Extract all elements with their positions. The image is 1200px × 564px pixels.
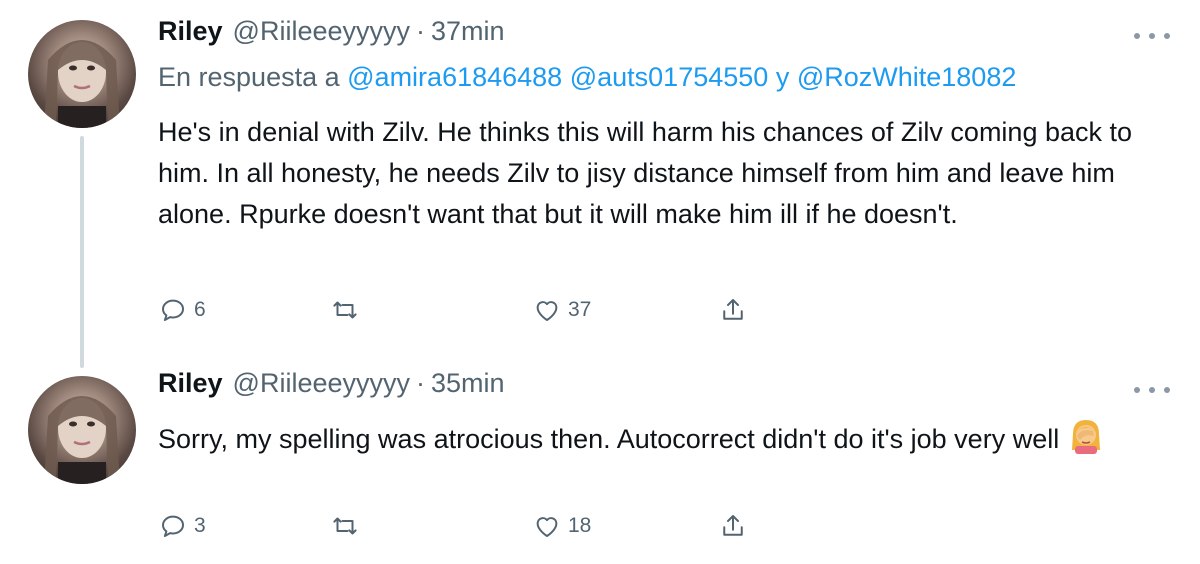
share-icon [723,299,743,320]
like-icon [536,517,558,537]
tweet-header: Riley @Riileeeyyyyy · 37min [158,16,505,56]
tweet-1[interactable]: Riley @Riileeeyyyyy · 37min En respuesta… [0,0,1200,368]
retweet-button[interactable] [330,292,360,328]
share-icon [723,515,743,536]
reply-joiner: y [775,62,790,92]
tweet-text: He's in denial with Zilv. He thinks this… [158,117,1133,229]
tweet-actions: 6 37 [158,292,778,328]
timestamp[interactable]: 35min [431,368,505,399]
display-name[interactable]: Riley [158,16,223,47]
reply-count: 3 [194,514,206,537]
avatar[interactable] [28,20,136,128]
reply-count: 6 [194,298,206,321]
woman-facepalming-icon [1067,416,1105,466]
retweet-icon [333,517,357,535]
user-handle[interactable]: @Riileeeyyyyy [233,368,410,399]
tweet-actions: 3 18 [158,508,778,544]
reply-icon [162,515,184,537]
reply-context: En respuesta a @amira61846488 @auts01754… [158,62,1016,93]
user-handle[interactable]: @Riileeeyyyyy [233,16,410,47]
like-button[interactable]: 37 [532,292,591,328]
like-button[interactable]: 18 [532,508,591,544]
mention-link[interactable]: @auts01754550 [570,62,769,92]
reply-icon [162,299,184,321]
tweet-2[interactable]: Riley @Riileeeyyyyy · 35min Sorry, my sp… [0,360,1200,564]
separator-dot: · [416,368,425,398]
tweet-header: Riley @Riileeeyyyyy · 35min [158,368,505,408]
reply-prefix: En respuesta a [158,62,340,92]
avatar-photo [44,40,120,128]
timestamp[interactable]: 37min [431,16,505,47]
more-icon [1134,33,1140,39]
more-options-button[interactable] [1134,26,1170,46]
share-button[interactable] [718,292,748,328]
separator-dot: · [416,16,425,46]
share-button[interactable] [718,508,748,544]
mention-link[interactable]: @RozWhite18082 [797,62,1017,92]
like-count: 37 [568,298,592,321]
avatar-photo [44,396,120,484]
reply-button[interactable]: 6 [158,292,206,328]
mention-link[interactable]: @amira61846488 [347,62,562,92]
like-icon [536,301,558,321]
tweet-text: Sorry, my spelling was atrocious then. A… [158,416,1168,466]
display-name[interactable]: Riley [158,368,223,399]
more-options-button[interactable] [1134,380,1170,400]
avatar[interactable] [28,376,136,484]
like-count: 18 [568,514,592,537]
retweet-button[interactable] [330,508,360,544]
thread-line [80,136,84,368]
tweet-text-content: Sorry, my spelling was atrocious then. A… [158,424,1060,454]
more-icon [1134,387,1140,393]
retweet-icon [333,301,357,319]
reply-button[interactable]: 3 [158,508,206,544]
